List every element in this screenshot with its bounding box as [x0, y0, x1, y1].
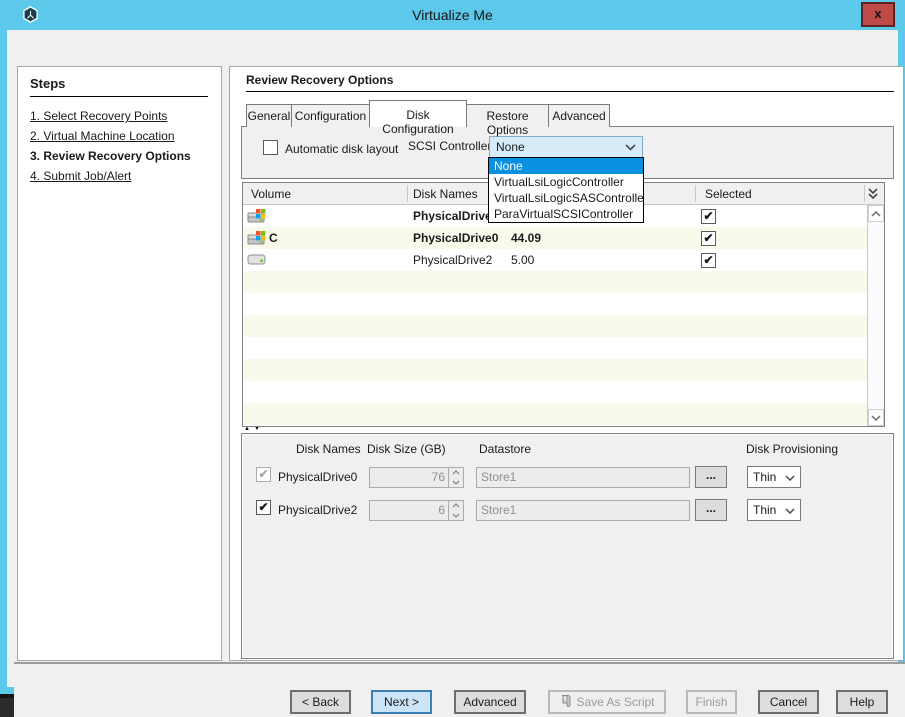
disk-name-cell: PhysicalDrive2: [413, 253, 492, 267]
size-cell: 44.09: [511, 231, 541, 245]
provisioning-value: Thin: [753, 503, 785, 517]
header-disk-size: Disk Size (GB): [367, 442, 446, 456]
window-title: Virtualize Me: [0, 7, 905, 23]
datastore-field: Store1: [476, 467, 690, 488]
vertical-scrollbar[interactable]: [867, 205, 884, 426]
row-selected-checkbox[interactable]: [701, 209, 716, 224]
scsi-controller-dropdown[interactable]: None: [489, 136, 643, 158]
tab-general[interactable]: General: [246, 104, 292, 127]
spin-up-icon: [449, 468, 463, 478]
next-button[interactable]: Next >: [371, 690, 432, 714]
disk-size-value: 76: [370, 468, 448, 487]
volume-cell: C: [269, 231, 278, 245]
volume-table-body: PhysicalDrive0 C PhysicalDrive0 44.09: [243, 205, 867, 426]
disk-size-spinner: 76: [369, 467, 464, 488]
chevron-down-icon: [785, 503, 795, 517]
disk-size-spinner[interactable]: 6: [369, 500, 464, 521]
spinner-arrows: [448, 468, 463, 487]
option-para-virtual-scsi-controller[interactable]: ParaVirtualSCSIController: [489, 206, 643, 222]
tab-disk-configuration[interactable]: Disk Configuration: [369, 100, 467, 127]
plain-drive-icon: [247, 254, 267, 269]
save-as-script-label: Save As Script: [576, 695, 654, 709]
page-title: Review Recovery Options: [246, 73, 894, 92]
automatic-disk-layout-label: Automatic disk layout: [285, 142, 398, 156]
tab-advanced[interactable]: Advanced: [548, 104, 610, 127]
cancel-button[interactable]: Cancel: [758, 690, 819, 714]
step-review-recovery-options: 3. Review Recovery Options: [30, 149, 191, 163]
disk-name-cell: PhysicalDrive0: [413, 231, 498, 245]
row-selected-checkbox[interactable]: [701, 231, 716, 246]
column-separator: [695, 185, 696, 202]
header-disk-provisioning: Disk Provisioning: [746, 442, 838, 456]
header-disk-names: Disk Names: [296, 442, 361, 456]
chevron-down-icon: [625, 140, 636, 154]
option-virtual-lsi-logic-controller[interactable]: VirtualLsiLogicController: [489, 174, 643, 190]
table-row[interactable]: PhysicalDrive2 5.00: [243, 249, 867, 271]
header-datastore: Datastore: [479, 442, 531, 456]
disk-row-checkbox[interactable]: [256, 500, 271, 515]
tab-configuration[interactable]: Configuration: [291, 104, 370, 127]
help-button[interactable]: Help: [836, 690, 888, 714]
windows-drive-icon: [247, 208, 267, 227]
main-panel: Review Recovery Options General Configur…: [229, 66, 904, 661]
disk-name-cell: PhysicalDrive0: [413, 209, 498, 223]
automatic-disk-layout-checkbox[interactable]: [263, 140, 278, 155]
close-button[interactable]: x: [861, 2, 895, 27]
table-row[interactable]: C PhysicalDrive0 44.09: [243, 227, 867, 249]
back-button[interactable]: < Back: [290, 690, 351, 714]
step-virtual-machine-location[interactable]: 2. Virtual Machine Location: [30, 129, 175, 143]
scroll-down-icon[interactable]: [868, 409, 884, 426]
column-volume: Volume: [251, 187, 291, 201]
finish-button: Finish: [686, 690, 737, 714]
windows-drive-icon: [247, 230, 267, 249]
window-border-left: [0, 30, 7, 695]
disk-name-label: PhysicalDrive0: [278, 470, 357, 484]
column-disk-names: Disk Names: [413, 187, 478, 201]
scsi-controller-label: SCSI Controller: [408, 139, 491, 153]
disk-settings-panel: Disk Names Disk Size (GB) Datastore Disk…: [241, 433, 894, 659]
spin-up-icon[interactable]: [449, 501, 463, 511]
column-separator: [864, 185, 865, 202]
browse-datastore-button[interactable]: ...: [695, 466, 727, 488]
virtualize-me-window: Virtualize Me x Steps 1. Select Recovery…: [0, 0, 905, 698]
step-select-recovery-points[interactable]: 1. Select Recovery Points: [30, 109, 167, 123]
disk-name-label: PhysicalDrive2: [278, 503, 357, 517]
datastore-field: Store1: [476, 500, 690, 521]
save-as-script-button: Save As Script: [548, 690, 666, 714]
scsi-controller-value: None: [496, 140, 625, 154]
scsi-controller-option-list: None VirtualLsiLogicController VirtualLs…: [488, 157, 644, 223]
spinner-arrows[interactable]: [448, 501, 463, 520]
disk-provisioning-dropdown[interactable]: Thin: [747, 466, 801, 488]
option-virtual-lsi-logic-sas-controller[interactable]: VirtualLsiLogicSASController: [489, 190, 643, 206]
scroll-up-icon[interactable]: [868, 205, 884, 222]
disk-row-checkbox: [256, 467, 271, 482]
option-none[interactable]: None: [489, 158, 643, 174]
chevron-down-icon: [785, 470, 795, 484]
script-icon: [559, 694, 572, 710]
step-submit-job-alert[interactable]: 4. Submit Job/Alert: [30, 169, 131, 183]
advanced-button[interactable]: Advanced: [454, 690, 526, 714]
column-chooser-icon[interactable]: [866, 186, 880, 202]
steps-panel: Steps 1. Select Recovery Points 2. Virtu…: [17, 66, 222, 661]
footer-bar: < Back Next > Advanced Save As Script Fi…: [14, 662, 905, 717]
steps-heading: Steps: [30, 76, 208, 97]
titlebar: Virtualize Me x: [0, 0, 905, 30]
disk-size-value: 6: [370, 501, 448, 520]
row-selected-checkbox[interactable]: [701, 253, 716, 268]
column-separator: [407, 185, 408, 202]
browse-datastore-button[interactable]: ...: [695, 499, 727, 521]
column-selected: Selected: [705, 187, 752, 201]
spin-down-icon: [449, 478, 463, 488]
dialog-content: Steps 1. Select Recovery Points 2. Virtu…: [7, 30, 898, 687]
disk-provisioning-dropdown[interactable]: Thin: [747, 499, 801, 521]
provisioning-value: Thin: [753, 470, 785, 484]
tab-restore-options[interactable]: Restore Options: [466, 104, 549, 127]
spin-down-icon[interactable]: [449, 511, 463, 521]
size-cell: 5.00: [511, 253, 534, 267]
